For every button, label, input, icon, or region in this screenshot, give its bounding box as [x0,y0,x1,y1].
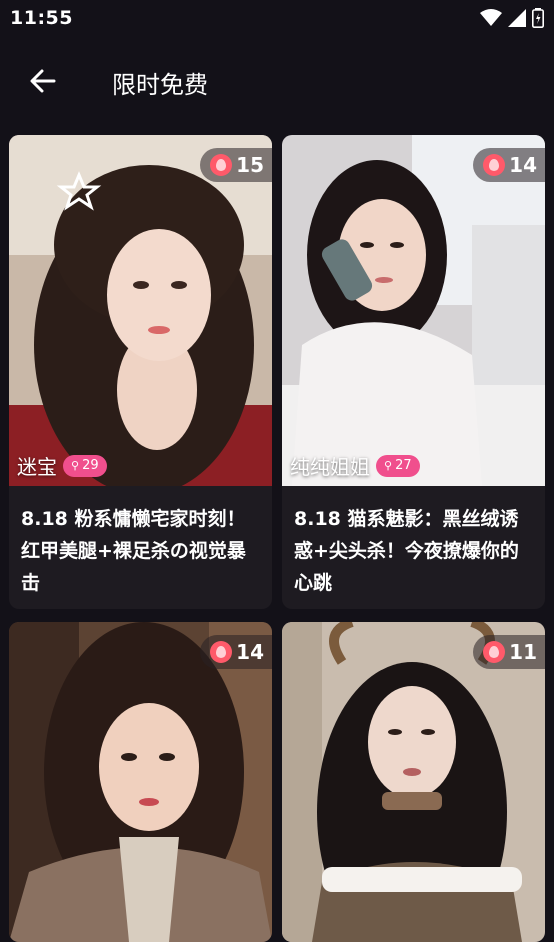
model-row: 纯纯姐姐 ⚲ 27 [290,451,420,480]
card-thumbnail [9,135,272,486]
view-count: 11 [509,640,537,664]
video-card[interactable]: 14 纯纯姐姐 ⚲ 27 8.18 猫系魅影：黑丝绒诱惑+尖头杀！今夜撩爆你的心… [282,135,545,609]
model-name: 迷宝 [17,455,57,479]
video-card[interactable]: 15 迷宝 ⚲ 29 8.18 粉系慵懒宅家时刻！红甲美腿+裸足杀の视觉暴击 [9,135,272,609]
status-time: 11:55 [10,7,73,29]
view-count-badge: 14 [200,635,272,669]
view-count: 14 [236,640,264,664]
flame-icon [483,154,506,176]
status-bar: 11:55 [0,0,554,38]
video-card[interactable]: 14 [9,622,272,942]
flame-icon [483,641,506,663]
model-name: 纯纯姐姐 [290,455,370,479]
view-count: 15 [236,153,264,177]
model-row: 迷宝 ⚲ 29 [17,451,107,480]
video-card[interactable]: 11 [282,622,545,942]
signal-icon [508,9,526,27]
like-count: 29 [82,458,99,473]
flame-icon [210,641,233,663]
key-icon: ⚲ [71,459,80,472]
key-icon: ⚲ [384,459,393,472]
arrow-left-icon [30,69,56,93]
back-button[interactable] [24,62,62,100]
card-thumbnail [9,622,272,942]
page-title: 限时免费 [112,71,208,99]
card-title: 8.18 粉系慵懒宅家时刻！红甲美腿+裸足杀の视觉暴击 [21,508,246,594]
card-thumbnail [282,622,545,942]
battery-icon [532,8,544,28]
like-pill: ⚲ 27 [376,454,420,477]
view-count-badge: 15 [200,148,272,182]
view-count: 14 [509,153,537,177]
flame-icon [210,154,233,176]
view-count-badge: 14 [473,148,545,182]
card-title: 8.18 猫系魅影：黑丝绒诱惑+尖头杀！今夜撩爆你的心跳 [294,508,519,594]
view-count-badge: 11 [473,635,545,669]
like-pill: ⚲ 29 [63,454,107,477]
wifi-icon [480,9,502,26]
status-icons [480,8,544,28]
card-thumbnail [282,135,545,486]
app-bar: 限时免费 [0,48,554,114]
like-count: 27 [395,458,412,473]
